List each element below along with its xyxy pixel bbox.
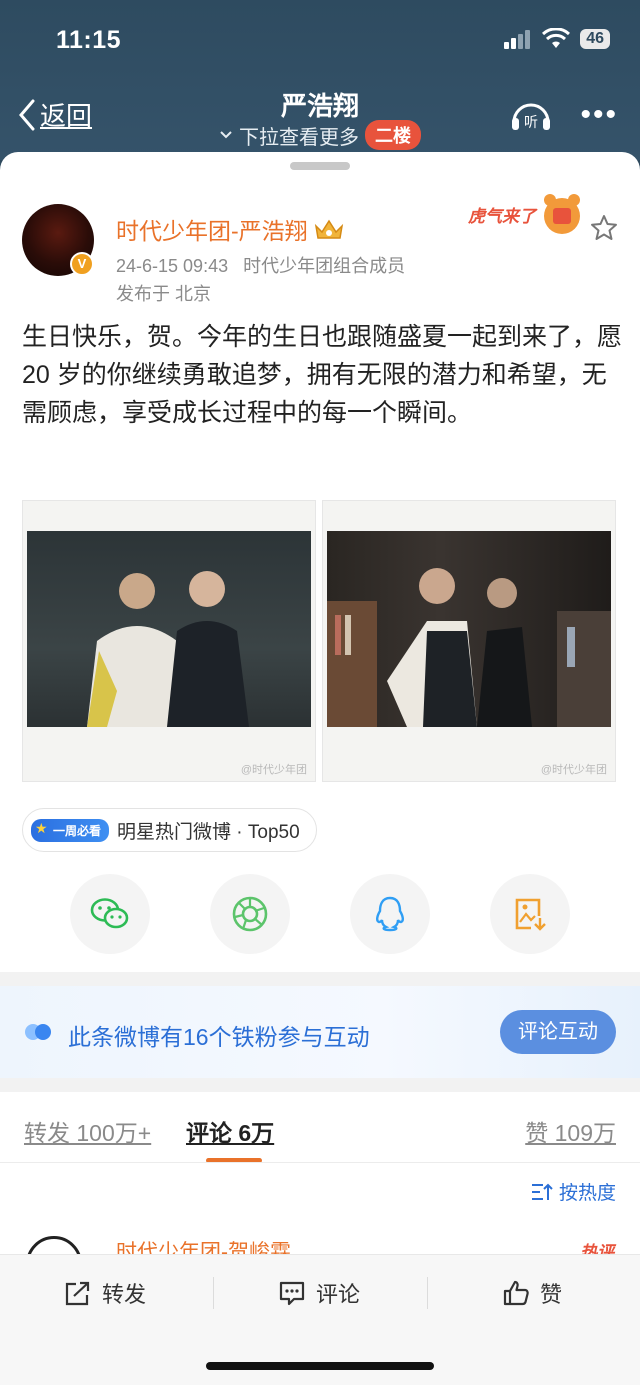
tab-like[interactable]: 赞 109万	[525, 1114, 616, 1148]
photo-image	[27, 531, 311, 727]
post-photo[interactable]: @时代少年团	[322, 500, 616, 782]
share-wechat-button[interactable]	[70, 874, 150, 954]
share-moments-button[interactable]	[210, 874, 290, 954]
chevron-down-icon	[220, 131, 232, 139]
tab-comment[interactable]: 评论 6万	[186, 1114, 274, 1148]
author-label: 时代少年团-严浩翔	[116, 218, 308, 244]
sort-label: 按热度	[558, 1183, 616, 1204]
post-sheet: V 时代少年团-严浩翔 24-6-15 09:43 时代少年团组合成员 发布于 …	[0, 152, 640, 1385]
second-floor-badge[interactable]: 二楼	[365, 120, 421, 150]
status-time: 11:15	[56, 26, 122, 54]
star-icon[interactable]	[590, 214, 618, 242]
author-name[interactable]: 时代少年团-严浩翔	[116, 212, 344, 246]
share-icon	[65, 1281, 90, 1306]
listen-button[interactable]: 听	[510, 98, 552, 137]
tiger-sticker-icon[interactable]: 虎气来了	[466, 188, 584, 240]
section-divider	[0, 972, 640, 986]
post-source: 时代少年团组合成员	[243, 256, 406, 276]
share-qq-button[interactable]	[350, 874, 430, 954]
tab-repost[interactable]: 转发 100万+	[24, 1114, 151, 1148]
battery-icon: 46	[580, 29, 610, 49]
weekly-badge-label: 一周必看	[53, 823, 102, 838]
sort-icon	[531, 1183, 553, 1200]
photo-watermark: @时代少年团	[240, 764, 307, 776]
repost-label: 转发	[102, 1282, 147, 1307]
comment-button[interactable]: 评论	[278, 1277, 360, 1309]
hot-ranking-label: 明星热门微博 · Top50	[117, 821, 300, 843]
fans-interaction-banner[interactable]: 此条微博有16个铁粉参与互动 评论互动	[0, 986, 640, 1078]
more-icon[interactable]: •••	[580, 100, 618, 130]
repost-button[interactable]: 转发	[64, 1277, 146, 1309]
moments-icon	[232, 896, 268, 932]
tabs-divider	[0, 1162, 640, 1163]
wechat-icon	[90, 898, 129, 929]
pull-down-label: 下拉查看更多	[239, 126, 359, 149]
section-divider	[0, 1078, 640, 1092]
comment-icon	[279, 1281, 305, 1306]
verified-badge-icon: V	[70, 252, 94, 276]
like-button[interactable]: 赞	[502, 1277, 562, 1309]
drag-handle[interactable]	[290, 162, 350, 170]
save-image-icon	[515, 898, 546, 931]
bar-separator	[427, 1277, 428, 1309]
top-header: 11:15 46 返回 严浩翔 下拉查看更多 二楼 听 •••	[0, 0, 640, 160]
status-icons: 46	[504, 28, 610, 50]
qq-icon	[376, 896, 404, 932]
photo-image	[327, 531, 611, 727]
thumbs-up-icon	[503, 1280, 529, 1306]
sticker-text: 虎气来了	[467, 207, 538, 227]
listen-label: 听	[524, 115, 538, 131]
signal-icon	[504, 30, 531, 49]
post-meta: 24-6-15 09:43 时代少年团组合成员	[116, 252, 405, 278]
fans-banner-text: 此条微博有16个铁粉参与互动	[68, 1024, 370, 1050]
post-location: 发布于 北京	[116, 284, 212, 304]
save-image-button[interactable]	[490, 874, 570, 954]
bar-separator	[213, 1277, 214, 1309]
comment-label: 评论	[316, 1282, 361, 1307]
post-datetime: 24-6-15 09:43	[116, 256, 229, 276]
star-badge-icon: ★	[35, 819, 48, 836]
sort-toggle[interactable]: 按热度	[531, 1178, 616, 1205]
share-row	[0, 874, 640, 954]
fans-icon	[25, 1024, 51, 1040]
crown-icon	[314, 219, 343, 239]
hot-ranking-tag[interactable]: ★ 一周必看 明星热门微博 · Top50	[22, 808, 317, 852]
wifi-icon	[542, 28, 571, 48]
post-text: 生日快乐，贺。今年的生日也跟随盛夏一起到来了，愿 20 岁的你继续勇敢追梦，拥有…	[22, 323, 623, 427]
post-photo[interactable]: @时代少年团	[22, 500, 316, 782]
home-indicator[interactable]	[206, 1362, 434, 1370]
comment-interact-button[interactable]: 评论互动	[500, 1010, 616, 1054]
photo-watermark: @时代少年团	[540, 764, 607, 776]
headphones-icon: 听	[512, 103, 550, 131]
post-tabs: 转发 100万+ 评论 6万 赞 109万	[0, 1108, 640, 1164]
weekly-badge: ★ 一周必看	[31, 818, 110, 842]
like-label: 赞	[540, 1282, 563, 1307]
